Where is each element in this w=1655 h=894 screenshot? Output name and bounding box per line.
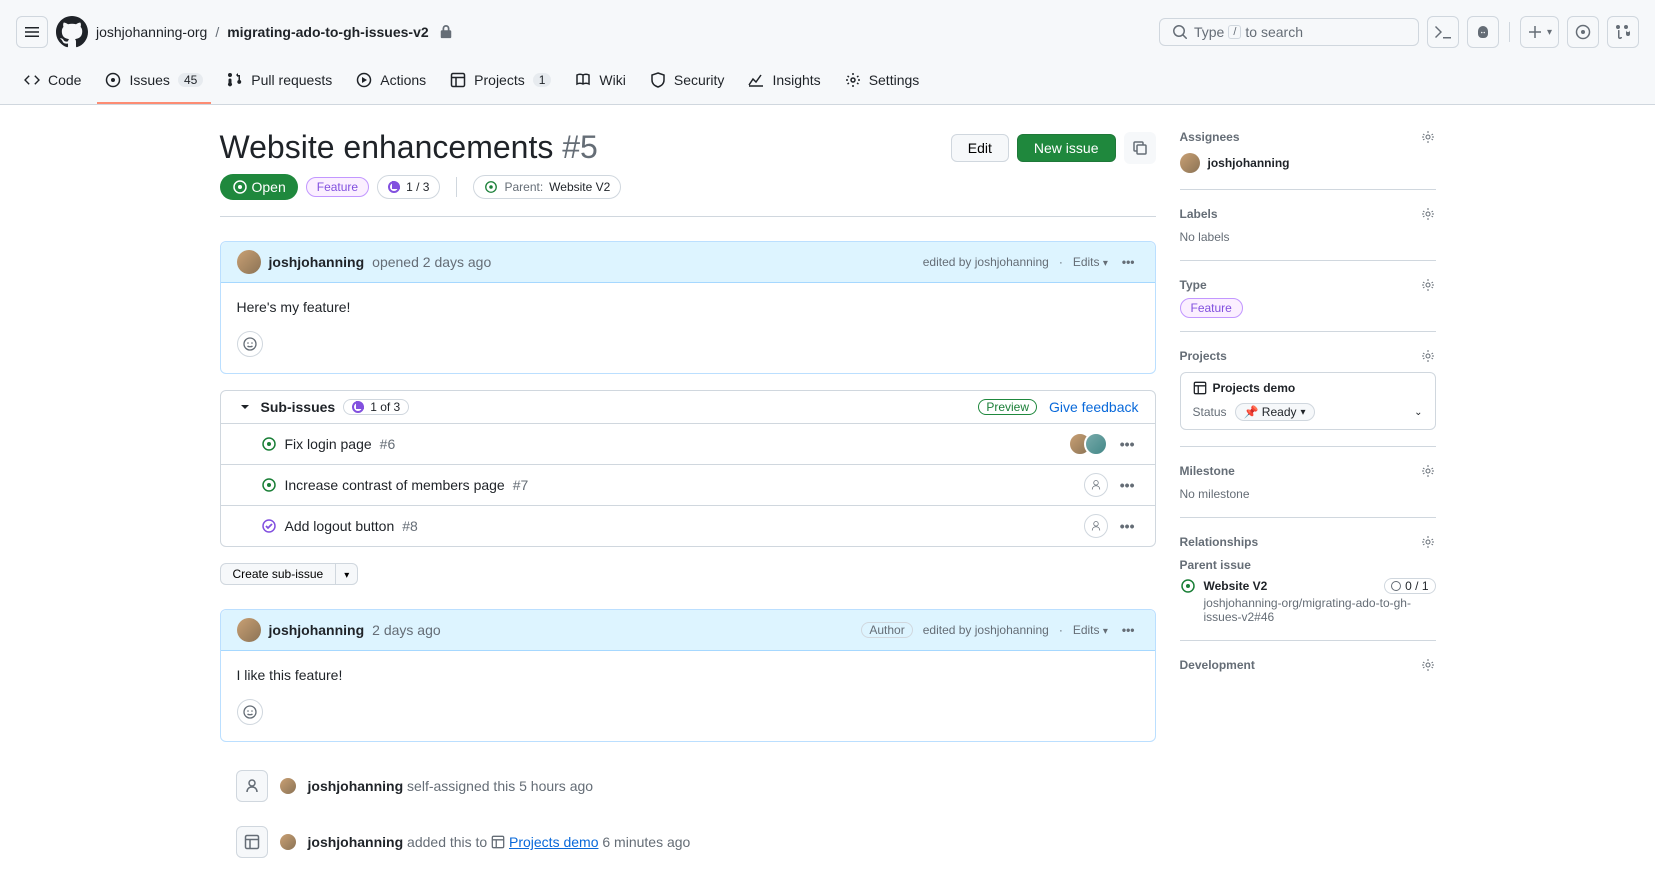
create-sub-issue-button[interactable]: Create sub-issue — [220, 563, 337, 585]
gear-icon[interactable] — [1420, 657, 1436, 673]
react-button[interactable] — [237, 699, 263, 725]
pie-icon — [352, 401, 364, 413]
edit-button[interactable]: Edit — [951, 134, 1009, 162]
give-feedback-link[interactable]: Give feedback — [1049, 399, 1139, 415]
issue-open-icon — [1180, 578, 1196, 594]
comment-author[interactable]: joshjohanning — [269, 622, 365, 638]
unassigned-icon[interactable] — [1084, 473, 1108, 497]
pull-requests-shortcut-button[interactable] — [1607, 16, 1639, 48]
edits-dropdown[interactable]: Edits ▾ — [1073, 255, 1108, 269]
avatar[interactable] — [237, 250, 261, 274]
lock-icon — [439, 25, 453, 39]
gear-icon[interactable] — [1420, 463, 1436, 479]
comment-text: I like this feature! — [237, 667, 1139, 683]
issue-open-icon — [261, 477, 277, 493]
github-logo[interactable] — [56, 16, 88, 48]
project-icon — [1193, 381, 1207, 395]
chevron-down-icon[interactable] — [237, 399, 253, 415]
search-input[interactable]: Type / to search — [1159, 18, 1419, 46]
hamburger-menu[interactable] — [16, 16, 48, 48]
gear-icon[interactable] — [1420, 206, 1436, 222]
tab-actions[interactable]: Actions — [348, 64, 434, 104]
issue-closed-icon — [261, 518, 277, 534]
issue-body-comment: joshjohanning opened 2 days ago edited b… — [220, 241, 1156, 374]
tab-insights[interactable]: Insights — [740, 64, 828, 104]
sidebar-type-heading: Type — [1180, 278, 1207, 292]
timeline-event-project: joshjohanning added this to Projects dem… — [236, 814, 1156, 870]
project-icon — [236, 826, 268, 858]
feature-label[interactable]: Feature — [306, 177, 369, 197]
breadcrumb: joshjohanning-org / migrating-ado-to-gh-… — [96, 24, 453, 40]
sub-issue-row[interactable]: Increase contrast of members page #7 ••• — [221, 464, 1155, 505]
author-badge: Author — [861, 622, 912, 638]
pie-icon — [388, 181, 400, 193]
tab-projects[interactable]: Projects 1 — [442, 64, 559, 104]
new-issue-button[interactable]: New issue — [1017, 134, 1116, 162]
command-palette-button[interactable] — [1427, 16, 1459, 48]
sidebar-projects-heading: Projects — [1180, 349, 1227, 363]
sidebar-relationships-heading: Relationships — [1180, 535, 1259, 549]
sub-issue-menu[interactable]: ••• — [1116, 477, 1139, 493]
timeline-event-assigned: joshjohanning self-assigned this 5 hours… — [236, 758, 1156, 814]
no-labels-text: No labels — [1180, 230, 1436, 244]
react-button[interactable] — [237, 331, 263, 357]
repo-link[interactable]: migrating-ado-to-gh-issues-v2 — [227, 24, 428, 40]
parent-issue-label: Parent issue — [1180, 558, 1436, 572]
issue-state-badge: Open — [220, 174, 298, 200]
sub-issues-panel: Sub-issues 1 of 3 Preview Give feedback … — [220, 390, 1156, 547]
project-card[interactable]: Projects demo Status 📌 Ready▾ ⌄ — [1180, 372, 1436, 430]
comment-text: Here's my feature! — [237, 299, 1139, 315]
copy-link-button[interactable] — [1124, 132, 1156, 164]
type-label[interactable]: Feature — [1180, 298, 1243, 318]
avatar[interactable] — [237, 618, 261, 642]
sidebar-development-heading: Development — [1180, 658, 1255, 672]
person-icon — [236, 770, 268, 802]
tab-wiki[interactable]: Wiki — [567, 64, 633, 104]
sub-issue-menu[interactable]: ••• — [1116, 436, 1139, 452]
comment-menu[interactable]: ••• — [1118, 623, 1139, 637]
tab-security[interactable]: Security — [642, 64, 733, 104]
sub-issue-menu[interactable]: ••• — [1116, 518, 1139, 534]
circle-icon — [1391, 581, 1401, 591]
tab-settings[interactable]: Settings — [837, 64, 928, 104]
comment: joshjohanning 2 days ago Author edited b… — [220, 609, 1156, 742]
sidebar-milestone-heading: Milestone — [1180, 464, 1235, 478]
sub-issue-row[interactable]: Add logout button #8 ••• — [221, 505, 1155, 546]
create-sub-issue-dropdown[interactable]: ▾ — [336, 563, 358, 585]
tab-issues[interactable]: Issues 45 — [97, 64, 211, 104]
status-dropdown[interactable]: 📌 Ready▾ — [1235, 403, 1315, 421]
tab-code[interactable]: Code — [16, 64, 89, 104]
search-icon — [1172, 24, 1188, 40]
create-new-button[interactable]: ▾ — [1520, 16, 1559, 48]
assignee-stack[interactable] — [1076, 432, 1108, 456]
chevron-down-icon[interactable]: ⌄ — [1414, 407, 1422, 418]
org-link[interactable]: joshjohanning-org — [96, 24, 207, 40]
preview-badge: Preview — [978, 399, 1037, 415]
sidebar-assignees-heading: Assignees — [1180, 130, 1240, 144]
parent-issue-link[interactable]: Website V2 0 / 1 joshjohanning-org/migra… — [1180, 578, 1436, 624]
copilot-button[interactable] — [1467, 16, 1499, 48]
avatar[interactable] — [280, 834, 296, 850]
sub-issue-row[interactable]: Fix login page #6 ••• — [221, 423, 1155, 464]
avatar[interactable] — [280, 778, 296, 794]
unassigned-icon[interactable] — [1084, 514, 1108, 538]
parent-pill[interactable]: Parent: Website V2 — [473, 175, 621, 199]
no-milestone-text: No milestone — [1180, 487, 1436, 501]
edits-dropdown[interactable]: Edits ▾ — [1073, 623, 1108, 637]
project-link[interactable]: Projects demo — [509, 834, 598, 850]
assignee-link[interactable]: joshjohanning — [1180, 153, 1436, 173]
issues-shortcut-button[interactable] — [1567, 16, 1599, 48]
comment-menu[interactable]: ••• — [1118, 255, 1139, 269]
gear-icon[interactable] — [1420, 129, 1436, 145]
sidebar-labels-heading: Labels — [1180, 207, 1218, 221]
gear-icon[interactable] — [1420, 348, 1436, 364]
gear-icon[interactable] — [1420, 534, 1436, 550]
issue-open-icon — [261, 436, 277, 452]
tab-pull-requests[interactable]: Pull requests — [219, 64, 340, 104]
gear-icon[interactable] — [1420, 277, 1436, 293]
progress-pill[interactable]: 1 / 3 — [377, 175, 440, 199]
issue-title: Website enhancements #5 — [220, 129, 943, 166]
comment-author[interactable]: joshjohanning — [269, 254, 365, 270]
